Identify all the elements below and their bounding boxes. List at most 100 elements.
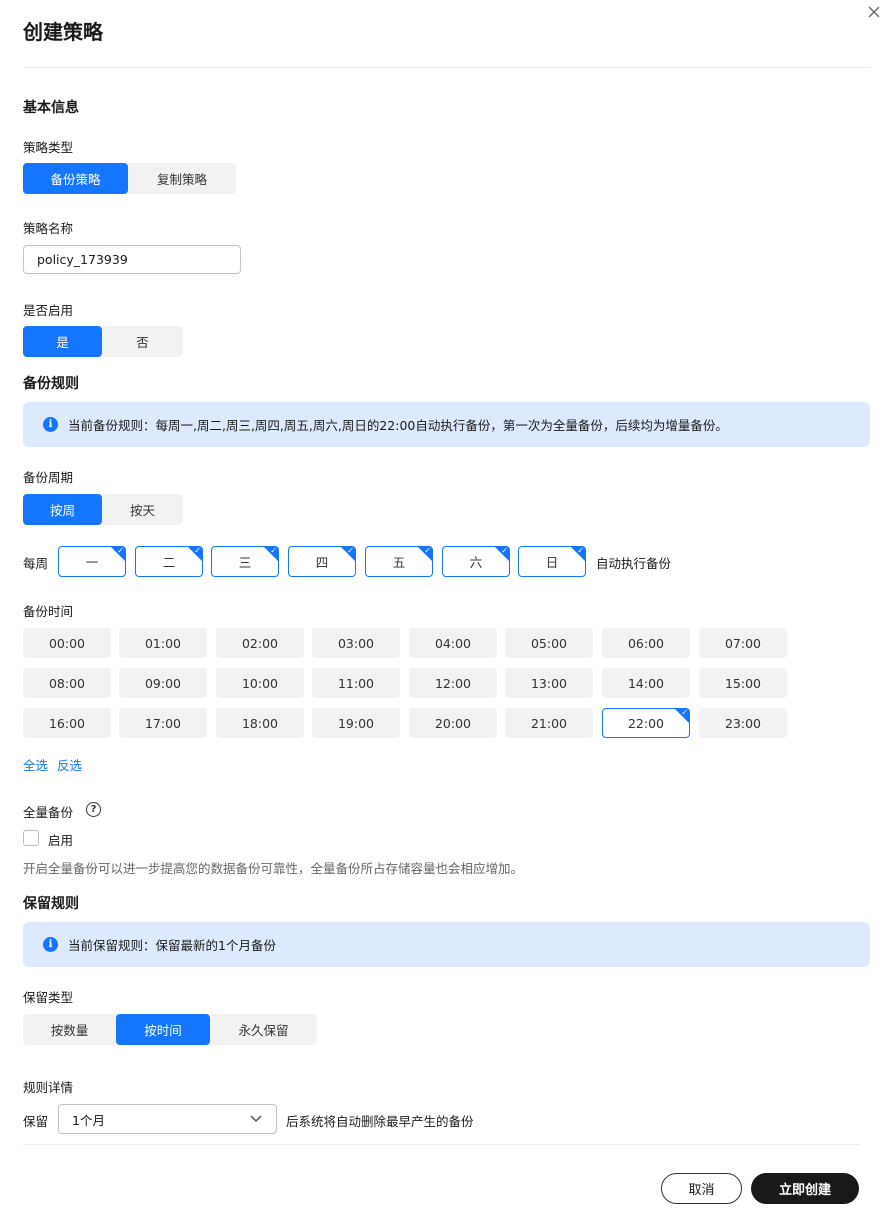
check-icon: ✓: [424, 546, 431, 555]
enable-no[interactable]: 否: [102, 326, 183, 357]
backup-time-label: 备份时间: [23, 604, 74, 619]
time-slot[interactable]: 14:00: [602, 668, 690, 698]
dialog-title: 创建策略: [23, 20, 103, 44]
time-slot-label: 03:00: [337, 635, 375, 651]
time-slot[interactable]: 20:00: [409, 708, 497, 738]
enable-yes[interactable]: 是: [23, 326, 102, 357]
time-slot[interactable]: 19:00: [312, 708, 400, 738]
time-slot[interactable]: 22:00 ✓: [602, 708, 690, 738]
backup-period-segmented: 按周 按天: [23, 494, 183, 525]
time-slot[interactable]: 04:00: [409, 628, 497, 658]
policy-type-replicate[interactable]: 复制策略: [128, 163, 236, 194]
day-label: 四: [315, 555, 329, 570]
time-slot[interactable]: 00:00: [23, 628, 111, 658]
time-slot[interactable]: 18:00: [216, 708, 304, 738]
create-now-button[interactable]: 立即创建: [751, 1173, 859, 1204]
keep-duration-select[interactable]: 1个月: [58, 1104, 277, 1134]
time-slot[interactable]: 03:00: [312, 628, 400, 658]
time-slot[interactable]: 17:00: [119, 708, 207, 738]
help-icon[interactable]: ?: [86, 802, 101, 817]
time-slot-label: 21:00: [530, 715, 568, 731]
time-slot-label: 08:00: [48, 675, 86, 691]
time-slot[interactable]: 07:00: [699, 628, 787, 658]
time-slot[interactable]: 05:00: [505, 628, 593, 658]
time-slot-label: 05:00: [530, 635, 568, 651]
time-slot[interactable]: 11:00: [312, 668, 400, 698]
period-daily[interactable]: 按天: [102, 494, 183, 525]
time-slot-label: 20:00: [434, 715, 472, 731]
time-slot-label: 18:00: [241, 715, 279, 731]
period-weekly[interactable]: 按周: [23, 494, 102, 525]
retention-type-segmented: 按数量 按时间 永久保留: [23, 1014, 317, 1045]
day-tue[interactable]: 二 ✓: [135, 546, 203, 577]
time-slot-label: 01:00: [144, 635, 182, 651]
time-slot[interactable]: 08:00: [23, 668, 111, 698]
time-slot-label: 23:00: [724, 715, 762, 731]
weekly-suffix: 自动执行备份: [596, 556, 672, 571]
time-slot[interactable]: 21:00: [505, 708, 593, 738]
time-slot[interactable]: 02:00: [216, 628, 304, 658]
invert-selection-link[interactable]: 反选: [57, 755, 82, 774]
retention-type-label: 保留类型: [23, 990, 74, 1005]
time-slot-label: 10:00: [241, 675, 279, 691]
backup-rule-info-text: 当前备份规则：每周一,周二,周三,周四,周五,周六,周日的22:00自动执行备份…: [68, 418, 728, 433]
time-slot[interactable]: 16:00: [23, 708, 111, 738]
time-slot-label: 11:00: [337, 675, 375, 691]
time-slot[interactable]: 12:00: [409, 668, 497, 698]
keep-duration-value: 1个月: [72, 1112, 105, 1128]
time-slot-label: 15:00: [724, 675, 762, 691]
section-retention-rule: 保留规则: [23, 896, 79, 912]
time-slot[interactable]: 06:00: [602, 628, 690, 658]
day-thu[interactable]: 四 ✓: [288, 546, 356, 577]
time-slot[interactable]: 10:00: [216, 668, 304, 698]
time-slot-label: 09:00: [144, 675, 182, 691]
info-icon: i: [43, 937, 58, 952]
retention-by-count[interactable]: 按数量: [23, 1014, 116, 1045]
time-slot[interactable]: 13:00: [505, 668, 593, 698]
day-mon[interactable]: 一 ✓: [58, 546, 126, 577]
section-basic-info: 基本信息: [23, 100, 79, 116]
time-slot[interactable]: 15:00: [699, 668, 787, 698]
time-slot[interactable]: 01:00: [119, 628, 207, 658]
time-slot-label: 04:00: [434, 635, 472, 651]
policy-name-label: 策略名称: [23, 221, 74, 236]
retention-by-time[interactable]: 按时间: [116, 1014, 210, 1045]
day-label: 六: [469, 555, 483, 570]
check-icon: ✓: [681, 708, 688, 717]
full-backup-checkbox-label: 启用: [48, 833, 74, 848]
info-icon: i: [43, 417, 58, 432]
time-slot-label: 17:00: [144, 715, 182, 731]
policy-type-segmented: 备份策略 复制策略: [23, 163, 236, 194]
time-slot-label: 12:00: [434, 675, 472, 691]
time-slot[interactable]: 09:00: [119, 668, 207, 698]
day-label: 日: [545, 555, 559, 570]
check-icon: ✓: [577, 546, 584, 555]
cancel-button[interactable]: 取消: [661, 1173, 742, 1204]
close-icon[interactable]: [866, 4, 882, 20]
full-backup-label: 全量备份: [23, 805, 74, 820]
time-slot-label: 13:00: [530, 675, 568, 691]
day-fri[interactable]: 五 ✓: [365, 546, 433, 577]
policy-name-input[interactable]: policy_173939: [23, 245, 241, 274]
header-divider: [23, 67, 870, 68]
retention-rule-info-text: 当前保留规则：保留最新的1个月备份: [68, 938, 276, 953]
day-sat[interactable]: 六 ✓: [442, 546, 510, 577]
full-backup-checkbox[interactable]: [23, 830, 39, 846]
day-wed[interactable]: 三 ✓: [211, 546, 279, 577]
day-sun[interactable]: 日 ✓: [518, 546, 586, 577]
time-slot-label: 22:00: [627, 715, 665, 731]
day-label: 三: [238, 555, 252, 570]
time-slot-label: 02:00: [241, 635, 279, 651]
policy-type-label: 策略类型: [23, 140, 74, 155]
select-all-link[interactable]: 全选: [23, 755, 48, 774]
time-slot-label: 14:00: [627, 675, 665, 691]
time-slot-label: 00:00: [48, 635, 86, 651]
time-slot[interactable]: 23:00: [699, 708, 787, 738]
retention-permanent[interactable]: 永久保留: [210, 1014, 317, 1045]
time-slot-label: 06:00: [627, 635, 665, 651]
policy-type-backup[interactable]: 备份策略: [23, 163, 128, 194]
backup-rule-info: i 当前备份规则：每周一,周二,周三,周四,周五,周六,周日的22:00自动执行…: [23, 402, 870, 447]
check-icon: ✓: [117, 546, 124, 555]
full-backup-hint: 开启全量备份可以进一步提高您的数据备份可靠性，全量备份所占存储容量也会相应增加。: [23, 861, 524, 876]
check-icon: ✓: [501, 546, 508, 555]
